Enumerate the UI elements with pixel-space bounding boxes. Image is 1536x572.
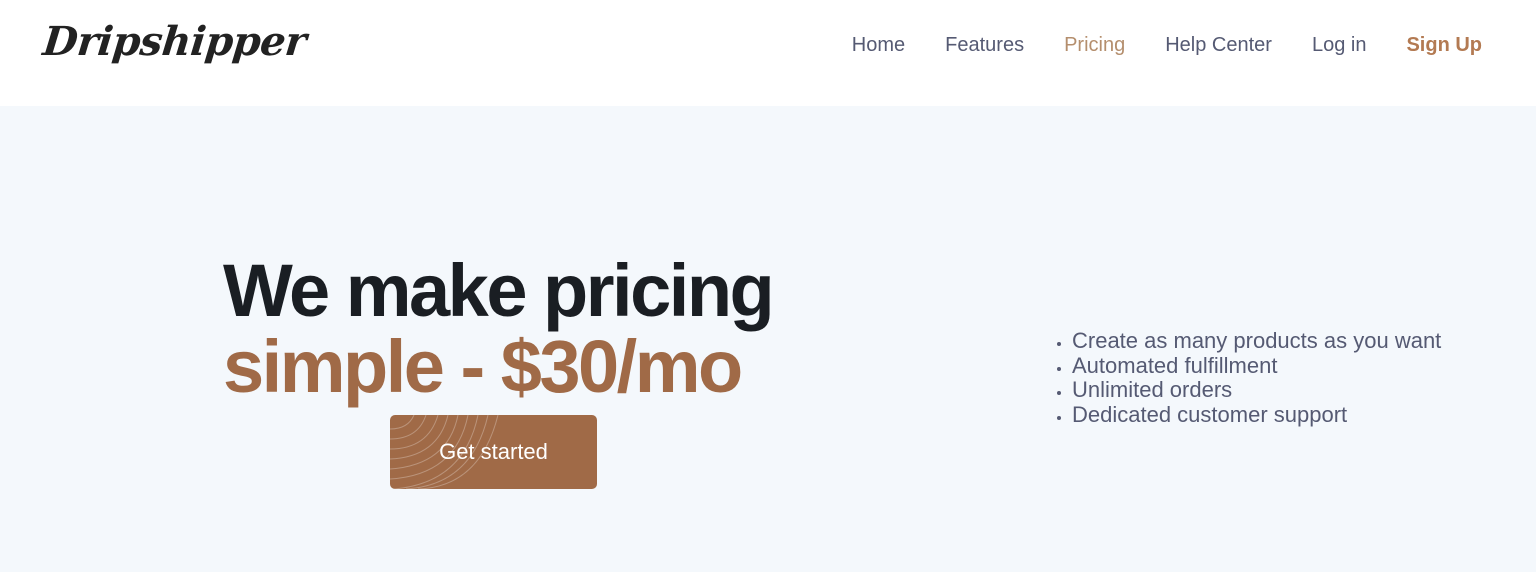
get-started-label: Get started (439, 439, 548, 464)
feature-item-orders: Unlimited orders (1072, 377, 1441, 403)
feature-item-products: Create as many products as you want (1072, 328, 1441, 354)
get-started-button[interactable]: Get started (390, 415, 597, 489)
headline-line-1: We make pricing (223, 249, 775, 332)
headline-line-2-price: simple - $30/mo (223, 325, 743, 408)
nav-link-help-center[interactable]: Help Center (1165, 34, 1272, 57)
hero-section: We make pricing simple - $30/mo Get star… (0, 106, 1536, 572)
feature-list: Create as many products as you want Auto… (1052, 328, 1441, 428)
brand-logo[interactable]: Dripshipper (40, 12, 309, 72)
nav-link-log-in[interactable]: Log in (1312, 34, 1367, 57)
nav-link-sign-up[interactable]: Sign Up (1406, 34, 1482, 57)
feature-item-support: Dedicated customer support (1072, 402, 1441, 428)
nav-link-pricing[interactable]: Pricing (1064, 34, 1125, 57)
nav-link-home[interactable]: Home (852, 34, 905, 57)
main-nav: Home Features Pricing Help Center Log in… (852, 0, 1482, 90)
feature-item-fulfillment: Automated fulfillment (1072, 353, 1441, 379)
nav-link-features[interactable]: Features (945, 34, 1024, 57)
hero-headline: We make pricing simple - $30/mo (223, 253, 843, 405)
page: Dripshipper Home Features Pricing Help C… (0, 0, 1536, 572)
site-header: Dripshipper Home Features Pricing Help C… (0, 0, 1536, 106)
